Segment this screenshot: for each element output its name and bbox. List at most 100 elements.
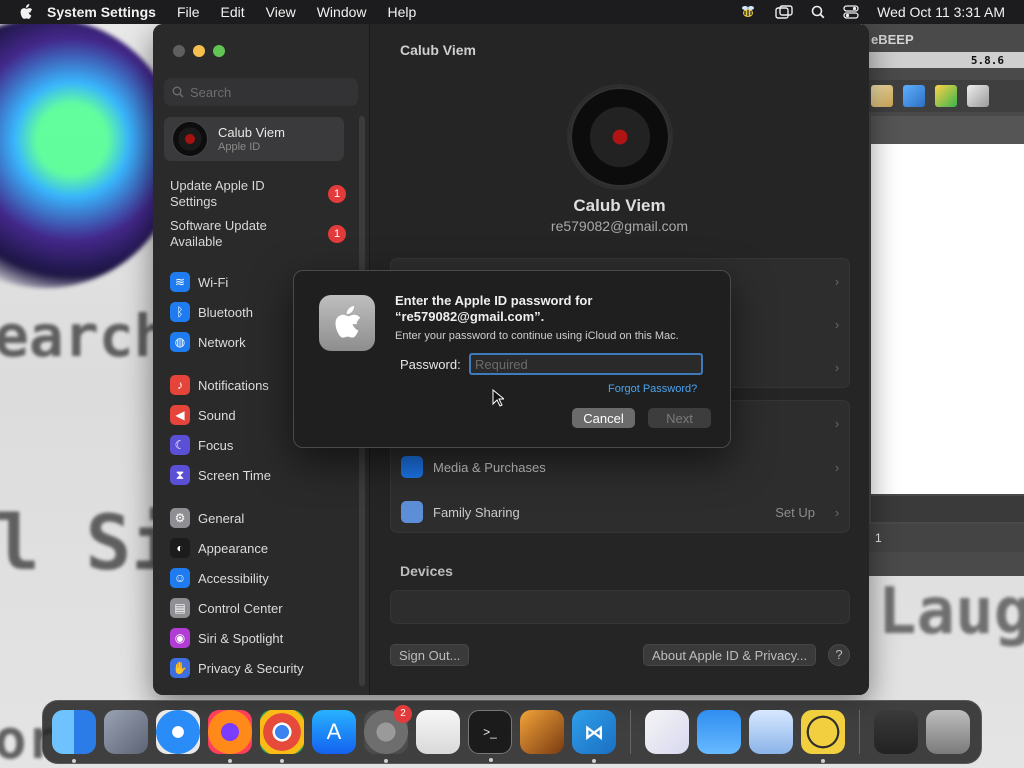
cancel-button[interactable]: Cancel (572, 408, 635, 428)
sidebar-item-appearance[interactable]: ◐ Appearance (170, 536, 268, 560)
sidebar-item-network[interactable]: ◍ Network (170, 330, 246, 354)
sidebar-item-label: Wi-Fi (198, 274, 229, 290)
search-input[interactable] (190, 84, 350, 100)
apple-logo-icon (319, 295, 375, 351)
close-button[interactable] (173, 45, 185, 57)
launchpad-icon[interactable] (104, 710, 148, 754)
beebeep-status-bar: 1 (863, 524, 1024, 552)
beebeep-message-input[interactable] (871, 496, 1024, 522)
visual-studio-icon[interactable] (645, 710, 689, 754)
about-privacy-button[interactable]: About Apple ID & Privacy... (643, 644, 817, 666)
sign-out-button[interactable]: Sign Out... (390, 644, 470, 666)
weather-icon[interactable] (697, 710, 741, 754)
profile-name: Calub Viem (573, 196, 666, 215)
sidebar-item-siri-spotlight[interactable]: ◉ Siri & Spotlight (170, 626, 283, 650)
beebeep-title: eBEEP (871, 32, 914, 47)
menu-file[interactable]: File (177, 4, 200, 20)
sidebar-item-control-center[interactable]: ▤ Control Center (170, 596, 283, 620)
password-field[interactable] (469, 353, 703, 375)
row-label: Media & Purchases (433, 459, 546, 475)
bee-status-icon[interactable] (739, 4, 757, 20)
sidebar-item-privacy-security[interactable]: ✋ Privacy & Security (170, 656, 303, 680)
sidebar-item-update-apple-id[interactable]: Update Apple ID Settings 1 (170, 178, 350, 210)
apple-menu-icon[interactable] (19, 4, 33, 20)
edit-icon[interactable] (871, 85, 893, 107)
window-switcher-icon[interactable] (775, 5, 793, 19)
system-settings-icon[interactable]: 2 (364, 705, 412, 763)
running-indicator (821, 759, 825, 763)
running-indicator (228, 759, 232, 763)
dialog-title: Enter the Apple ID password for “re57908… (395, 293, 593, 324)
menu-edit[interactable]: Edit (221, 4, 245, 20)
sidebar-search[interactable] (164, 78, 358, 106)
vscode-icon[interactable]: ⋈ (572, 710, 616, 763)
safari-icon[interactable] (156, 710, 200, 754)
garageband-icon[interactable] (520, 710, 564, 754)
account-subtitle: Apple ID (218, 141, 261, 153)
menu-window[interactable]: Window (317, 4, 367, 20)
terminal-icon[interactable]: >_ (468, 710, 512, 762)
sidebar-item-label: Control Center (198, 600, 283, 616)
sidebar-item-bluetooth[interactable]: ᛒ Bluetooth (170, 300, 253, 324)
row-value: Set Up (775, 504, 815, 520)
menu-help[interactable]: Help (388, 4, 417, 20)
sidebar-item-wi-fi[interactable]: ≋ Wi-Fi (170, 270, 228, 294)
row-label: Family Sharing (433, 504, 520, 520)
sidebar-item-label: Network (198, 334, 246, 350)
network-icon[interactable] (903, 85, 925, 107)
sidebar-item-focus[interactable]: ☾ Focus (170, 433, 233, 457)
window-preview-icon[interactable] (874, 710, 918, 754)
wifi-icon: ≋ (170, 272, 190, 292)
menu-view[interactable]: View (266, 4, 296, 20)
help-button[interactable]: ? (828, 644, 850, 666)
chevron-right-icon: › (834, 316, 840, 332)
sidebar-item-label: Siri & Spotlight (198, 630, 284, 646)
sidebar-item-accessibility[interactable]: ☺ Accessibility (170, 566, 269, 590)
preview-icon[interactable] (749, 710, 793, 754)
sidebar-item-software-update[interactable]: Software Update Available 1 (170, 218, 350, 250)
forgot-password-link[interactable]: Forgot Password? (608, 383, 697, 395)
firefox-icon[interactable] (208, 710, 252, 763)
sidebar-item-sound[interactable]: ◀ Sound (170, 403, 236, 427)
sidebar-item-notifications[interactable]: ♪ Notifications (170, 373, 269, 397)
textedit-icon[interactable] (416, 710, 460, 754)
dialog-subtitle: Enter your password to continue using iC… (395, 330, 679, 342)
app-store-icon[interactable]: A (312, 710, 356, 754)
finder-icon[interactable] (52, 710, 96, 763)
media-purchases-row[interactable]: Media & Purchases › (391, 445, 849, 489)
control-center-icon[interactable] (843, 5, 859, 19)
trash-icon[interactable] (967, 85, 989, 107)
beebeep-panel-header (871, 116, 1024, 144)
beebeep-window[interactable]: eBEEP 5.8.6 1 (862, 24, 1024, 576)
dock-separator (630, 710, 631, 754)
sidebar-item-general[interactable]: ⚙ General (170, 506, 244, 530)
beebeep-chat-panel[interactable] (871, 144, 1024, 494)
wallpaper-text: earch (0, 302, 169, 370)
running-indicator (384, 759, 388, 763)
speaker-icon: ◀ (170, 405, 190, 425)
devices-group (390, 590, 850, 624)
bell-icon: ♪ (170, 375, 190, 395)
chrome-icon[interactable] (260, 710, 304, 763)
menu-app-name[interactable]: System Settings (47, 4, 156, 20)
spotlight-search-icon[interactable] (811, 5, 825, 19)
download-icon[interactable] (935, 85, 957, 107)
sidebar-item-screen-time[interactable]: ⧗ Screen Time (170, 463, 271, 487)
next-button[interactable]: Next (648, 408, 711, 428)
beebeep-version: 5.8.6 (970, 54, 1004, 67)
chevron-right-icon: › (834, 415, 840, 431)
bluetooth-icon: ᛒ (170, 302, 190, 322)
family-sharing-row[interactable]: Family Sharing Set Up › (391, 490, 849, 534)
notice-badge: 1 (328, 225, 346, 243)
sidebar-account[interactable]: Calub Viem Apple ID (164, 117, 344, 161)
menu-clock[interactable]: Wed Oct 11 3:31 AM (877, 4, 1005, 20)
page-title: Calub Viem (400, 42, 476, 58)
beebeep-icon[interactable] (801, 710, 845, 763)
zoom-button[interactable] (213, 45, 225, 57)
profile-avatar[interactable] (570, 87, 670, 187)
trash-icon[interactable] (926, 710, 970, 754)
search-icon (172, 86, 184, 98)
chevron-right-icon: › (834, 273, 840, 289)
running-indicator (280, 759, 284, 763)
minimize-button[interactable] (193, 45, 205, 57)
